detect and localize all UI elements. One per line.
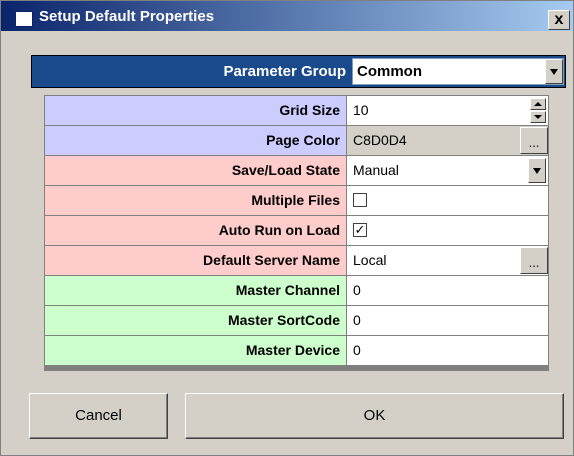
property-label: Master Device xyxy=(45,336,346,365)
chevron-down-icon[interactable] xyxy=(545,59,563,84)
page-color-value: C8D0D4 xyxy=(353,132,407,148)
multiple-files-cell xyxy=(347,186,548,215)
grid-size-stepper[interactable] xyxy=(530,98,546,123)
parameter-group-select[interactable]: Common xyxy=(352,58,564,85)
default-server-name-field[interactable]: Local ... xyxy=(347,246,548,275)
property-label: Grid Size xyxy=(45,96,346,125)
page-color-browse-button[interactable]: ... xyxy=(520,127,548,154)
title-bar[interactable]: Setup Default Properties x xyxy=(1,1,573,31)
property-row-master-sortcode: Master SortCode 0 xyxy=(45,306,548,336)
property-label: Page Color xyxy=(45,126,346,155)
master-device-input[interactable]: 0 xyxy=(347,336,548,365)
chevron-down-icon[interactable] xyxy=(528,158,546,183)
spin-down-icon[interactable] xyxy=(530,111,546,123)
setup-dialog: Setup Default Properties x Parameter Gro… xyxy=(0,0,574,456)
master-sortcode-input[interactable]: 0 xyxy=(347,306,548,335)
server-name-browse-button[interactable]: ... xyxy=(520,247,548,274)
property-grid: Grid Size 10 Page Color C8D0D4 ... Save/… xyxy=(44,95,549,371)
property-row-multiple-files: Multiple Files xyxy=(45,186,548,216)
property-row-master-device: Master Device 0 xyxy=(45,336,548,366)
property-label: Master SortCode xyxy=(45,306,346,335)
property-label: Master Channel xyxy=(45,276,346,305)
save-load-state-select[interactable]: Manual xyxy=(347,156,548,185)
page-color-field[interactable]: C8D0D4 ... xyxy=(347,126,548,155)
property-label: Multiple Files xyxy=(45,186,346,215)
multiple-files-checkbox[interactable] xyxy=(353,193,367,207)
property-row-auto-run-on-load: Auto Run on Load ✓ xyxy=(45,216,548,246)
parameter-group-value: Common xyxy=(357,63,422,80)
ok-button[interactable]: OK xyxy=(185,393,564,439)
master-channel-input[interactable]: 0 xyxy=(347,276,548,305)
spin-up-icon[interactable] xyxy=(530,98,546,110)
cancel-button[interactable]: Cancel xyxy=(29,393,168,439)
window-icon xyxy=(15,11,33,27)
property-row-default-server-name: Default Server Name Local ... xyxy=(45,246,548,276)
save-load-state-value: Manual xyxy=(353,162,399,178)
parameter-group-label: Parameter Group xyxy=(223,63,346,80)
auto-run-checkbox[interactable]: ✓ xyxy=(353,223,367,237)
property-label: Auto Run on Load xyxy=(45,216,346,245)
grid-size-input[interactable]: 10 xyxy=(347,96,548,125)
property-row-page-color: Page Color C8D0D4 ... xyxy=(45,126,548,156)
property-label: Save/Load State xyxy=(45,156,346,185)
property-row-grid-size: Grid Size 10 xyxy=(45,96,548,126)
auto-run-cell: ✓ xyxy=(347,216,548,245)
window-title: Setup Default Properties xyxy=(39,8,215,25)
parameter-group-row: Parameter Group Common xyxy=(31,55,566,88)
property-label: Default Server Name xyxy=(45,246,346,275)
property-row-save-load-state: Save/Load State Manual xyxy=(45,156,548,186)
default-server-name-value: Local xyxy=(353,252,387,268)
close-button[interactable]: x xyxy=(548,10,570,30)
grid-size-value: 10 xyxy=(353,102,369,118)
property-row-master-channel: Master Channel 0 xyxy=(45,276,548,306)
